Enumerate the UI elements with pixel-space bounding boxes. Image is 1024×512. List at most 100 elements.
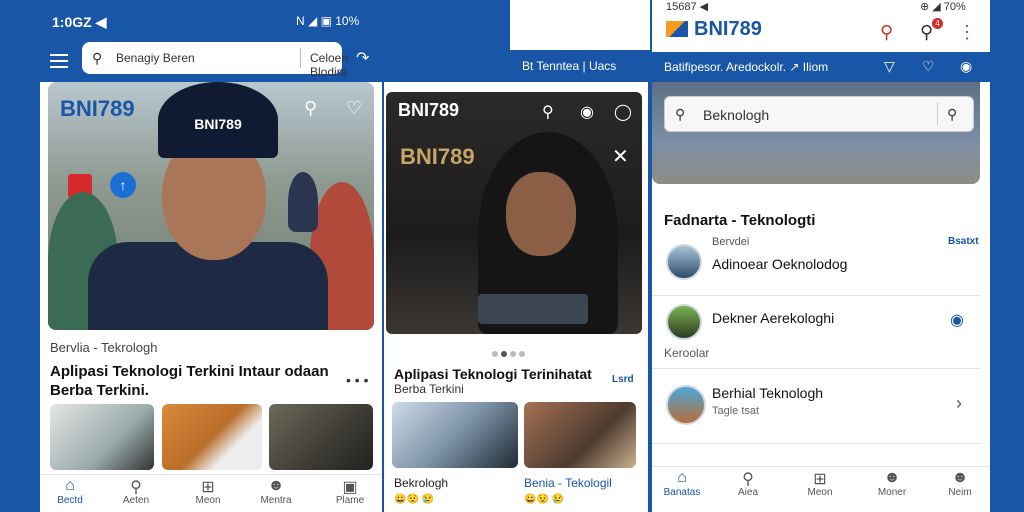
nav-label: Neim: [948, 487, 972, 498]
search-icon: ⚲: [742, 471, 754, 488]
avatar: [666, 385, 706, 425]
middle-topbar-text[interactable]: Bt Tenntea | Uacs: [522, 59, 616, 73]
share-icon[interactable]: ↷: [356, 48, 369, 68]
reaction-icons[interactable]: 😀😟 😢: [524, 494, 564, 505]
list-item[interactable]: Dekner Aerekologhi ◉: [652, 296, 980, 342]
kebab-menu-icon[interactable]: ⋮: [958, 22, 976, 43]
filter-icon[interactable]: ▽: [884, 58, 895, 75]
search-submit-icon[interactable]: ⚲: [947, 106, 957, 123]
nav-home[interactable]: ⌂ Bectd: [40, 477, 100, 506]
nav-profile[interactable]: ☻ Neim: [930, 469, 990, 498]
status-time: 15687 ◀: [666, 1, 709, 13]
profile-icon: ☻: [951, 469, 969, 486]
article-category: Bervlia - Tekrologh: [50, 340, 158, 355]
nav-profile[interactable]: ☻ Mentra: [246, 477, 306, 506]
middle-top-blank: [510, 0, 650, 48]
comment-icon[interactable]: ◯: [614, 102, 632, 122]
section-label: Keroolar: [664, 346, 710, 360]
nav-label: Meon: [195, 495, 221, 506]
thumbnail-tablet[interactable]: [50, 404, 154, 470]
article-subheadline: Berba Terkini: [394, 382, 464, 396]
home-icon: ⌂: [65, 477, 75, 494]
thumbnail-people[interactable]: [269, 404, 373, 470]
close-icon[interactable]: ✕: [612, 144, 629, 169]
more-link[interactable]: Lsrd: [612, 374, 634, 385]
logo-flag-icon: [666, 21, 688, 37]
nav-add[interactable]: ⊞ Meon: [790, 469, 850, 498]
nav-label: Aiea: [737, 487, 758, 498]
search-icon[interactable]: ⚲: [304, 98, 317, 119]
tray-icon: ▣: [342, 479, 358, 496]
plus-icon: ⊞: [201, 479, 215, 496]
nav-label: Meon: [807, 487, 833, 498]
search-icon[interactable]: ⚲: [880, 22, 893, 43]
heart-icon[interactable]: ♡: [922, 58, 935, 75]
user-icon: ☻: [267, 477, 285, 494]
left-hero-image[interactable]: BNI789 ⚲ ♡ ↑ BNI789: [48, 82, 374, 330]
thumbnail-phone[interactable]: [162, 404, 262, 470]
search-placeholder: Benagiy Beren: [116, 51, 195, 65]
carousel-dots[interactable]: [492, 344, 528, 362]
section-title: Fadnarta - Teknologti: [664, 212, 816, 229]
nav-user[interactable]: ☻ Moner: [862, 469, 922, 498]
thumbnail-laptop[interactable]: [392, 402, 518, 468]
search-placeholder: Beknologh: [703, 107, 770, 123]
status-icons: ⊕ ◢ 70%: [920, 1, 966, 13]
middle-hero-image[interactable]: BNI789 BNI789 ⚲ ◉ ◯ ✕: [386, 92, 642, 334]
left-status-bar: 1:0GZ ◀ N ◢ ▣ 10%: [0, 0, 382, 42]
left-search-bar[interactable]: ⚲ Benagiy Beren Celoen Blodira ⌄: [82, 42, 348, 93]
chevron-right-icon[interactable]: ›: [956, 393, 962, 414]
hero-brand: BNI789: [60, 96, 135, 121]
nav-label: Aeten: [122, 495, 150, 506]
middle-feed-card: BNI789 BNI789 ⚲ ◉ ◯ ✕ Aplipasi Teknologi…: [384, 82, 648, 512]
user-icon: ☻: [883, 469, 901, 486]
search-icon: ⚲: [92, 50, 103, 66]
background-person: [288, 172, 318, 232]
person-cap: BNI789: [158, 82, 278, 158]
list-item-label: Adinoear Oeknolodog: [712, 256, 848, 272]
nav-label: Moner: [877, 487, 907, 498]
tablet-device: [478, 294, 588, 324]
status-icons: N ◢ ▣ 10%: [296, 14, 360, 28]
nav-home[interactable]: ⌂ Banatas: [652, 469, 712, 498]
notification-icon[interactable]: ⚲ 4: [920, 18, 943, 43]
list-item[interactable]: Adinoear Oeknolodog: [652, 240, 980, 296]
nav-label: Mentra: [260, 495, 292, 506]
article-headline[interactable]: Aplipasi Teknologi Terkini Intaur odaan …: [50, 362, 340, 400]
logo-text: BNI789: [694, 18, 762, 40]
search-icon: ⚲: [130, 479, 142, 496]
hero-brand: BNI789: [398, 100, 460, 120]
chat-icon[interactable]: ◉: [580, 102, 594, 122]
avatar: [666, 304, 702, 340]
location-icon[interactable]: ◉: [960, 58, 972, 75]
right-panel: 15687 ◀ ⊕ ◢ 70% BNI789 ⚲ ⚲ 4 ⋮ Batifipeso…: [652, 0, 990, 512]
nav-search[interactable]: ⚲ Aeten: [106, 477, 166, 506]
arrow-up-badge-icon: ↑: [110, 172, 136, 198]
app-logo[interactable]: BNI789: [666, 18, 762, 41]
heart-icon[interactable]: ♡: [346, 98, 362, 119]
dropdown-label: Celoen Blodira: [310, 51, 349, 79]
chat-icon[interactable]: ◉: [950, 310, 964, 330]
thumbnail-caption: Bekrologh: [394, 476, 449, 490]
menu-icon[interactable]: [50, 54, 68, 68]
reaction-icons[interactable]: 😀😟 😢: [394, 494, 434, 505]
list-item[interactable]: Berhial Teknologh Tagle tsat ›: [652, 368, 980, 444]
right-search-bar[interactable]: ⚲ Beknologh ⚲: [664, 96, 974, 132]
woman-face: [506, 172, 576, 256]
nav-label: Plame: [335, 495, 365, 506]
search-icon[interactable]: ⚲: [542, 102, 554, 122]
left-bottom-nav: ⌂ Bectd ⚲ Aeten ⊞ Meon ☻ Mentra ▣ Plame: [40, 474, 382, 512]
plus-icon: ⊞: [813, 471, 827, 488]
thumbnail-caption: Benia - Tekologil: [524, 476, 612, 490]
more-options-icon[interactable]: • • •: [346, 372, 368, 388]
hero-brand-watermark: BNI789: [400, 144, 475, 169]
article-headline[interactable]: Aplipasi Teknologi Terinihatat: [394, 366, 604, 382]
tab-labels[interactable]: Batifipesor. Aredockolr. ↗ Iliom: [664, 60, 828, 74]
nav-tray[interactable]: ▣ Plame: [320, 477, 380, 506]
thumbnail-two-men[interactable]: [524, 402, 636, 468]
nav-search[interactable]: ⚲ Aiea: [718, 469, 778, 498]
left-top-bar: ⚲ Benagiy Beren Celoen Blodira ⌄ ↷: [0, 42, 382, 93]
search-icon: ⚲: [675, 106, 686, 122]
search-divider: [937, 103, 938, 125]
nav-add[interactable]: ⊞ Meon: [178, 477, 238, 506]
